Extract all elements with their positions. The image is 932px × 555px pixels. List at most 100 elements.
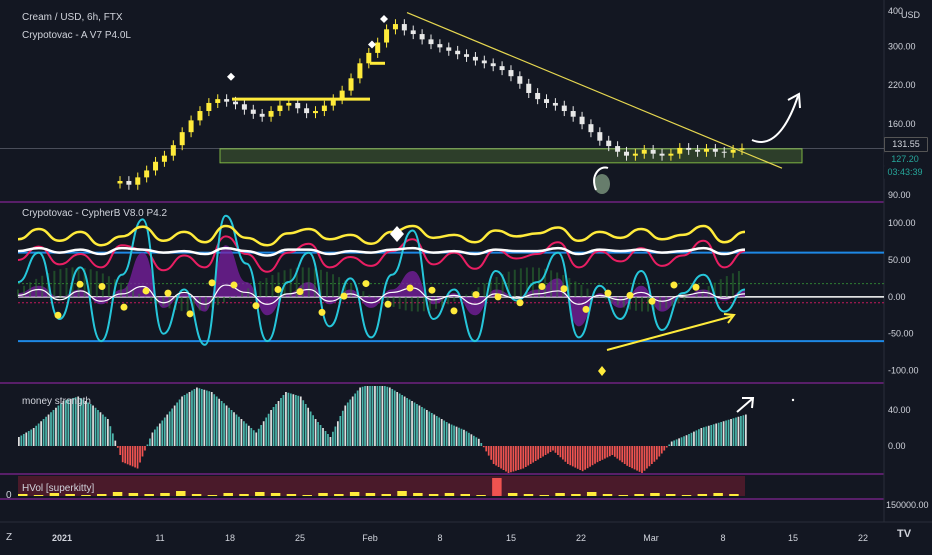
money-bar-212 [542,446,544,457]
money-bar-39 [114,440,117,446]
money-bar-241 [613,446,616,457]
money-bar-268 [680,437,683,446]
money-bar-186 [477,438,480,446]
money-bar-220 [562,446,564,460]
signal-diamond-2 [380,15,388,24]
money-bar-82 [220,401,223,446]
tradingview-logo: TV [897,528,912,540]
money-bar-265 [673,440,676,446]
osc-yellow-dot-7 [208,279,216,287]
money-bar-204 [522,446,525,469]
money-bar-277 [702,427,705,446]
candle-body-21 [304,108,310,114]
money-bar-272 [690,432,693,446]
hvol-bar-41 [665,494,676,496]
money-bar-86 [230,410,233,446]
money-bar-198 [507,446,510,473]
bottom-left-label: Z [6,532,13,543]
money-bar-189 [485,446,488,452]
money-bar-74 [200,389,203,446]
money-bar-52 [146,444,149,446]
candle-body-42 [490,63,496,67]
hvol-bar-24 [397,491,407,496]
money-bar-234 [596,446,599,463]
money-bar-159 [411,401,413,446]
money-bar-243 [618,446,621,461]
indicator-title-hvol[interactable]: HVol [superkitty] [22,483,94,494]
candle-body-50 [561,105,567,112]
osc-yellow-dot-16 [406,284,414,292]
money-bar-132 [344,405,347,446]
money-bar-143 [371,386,374,446]
money-bar-244 [621,446,624,463]
candle-body-37 [446,47,452,51]
hvol-bar-1 [33,495,44,496]
money-bar-195 [500,446,502,469]
osc-yellow-dot-26 [626,291,634,299]
money-bar-77 [208,391,211,446]
symbol-title[interactable]: Cream / USD, 6h, FTX [22,12,123,23]
money-bar-35 [104,416,107,446]
osc-yellow-dot-6 [186,310,194,318]
osc-ytick-3: -50.00 [888,329,914,339]
money-bar-90 [240,419,243,446]
money-bar-202 [517,446,520,470]
hvol-bar-33 [539,495,550,496]
candle-body-27 [357,63,363,79]
money-bar-68 [186,393,188,446]
money-bar-199 [510,446,512,473]
money-bar-133 [346,402,349,446]
money-bar-64 [176,402,178,446]
hvol-bar-3 [65,494,75,496]
osc-yellow-dot-28 [670,281,678,289]
money-bar-50 [141,446,144,457]
hvol-bar-25 [413,493,423,496]
money-bar-153 [396,392,399,446]
money-bar-111 [292,394,295,446]
money-bar-79 [213,394,216,446]
money-bar-127 [332,431,334,446]
indicator-title-money[interactable]: money strength [22,396,91,407]
money-bar-236 [601,446,604,460]
signal-diamond-0 [227,72,235,81]
money-bar-121 [317,422,319,446]
countdown-tag: 03:43:39 [884,166,926,179]
candle-body-68 [721,151,727,153]
candle-body-48 [544,99,550,103]
hvol-bar-22 [365,493,376,496]
money-bar-226 [576,446,579,469]
money-bar-218 [557,446,559,455]
hvol-bar-31 [507,493,518,496]
money-bar-245 [623,446,626,464]
money-bar-123 [322,428,324,446]
money-bar-282 [715,423,718,446]
hvol-bar-6 [112,492,123,496]
indicator-title-osc[interactable]: Crypotovac - CypherB V8.0 P4.2 [22,208,167,219]
money-bar-38 [111,433,114,446]
money-bar-164 [423,408,426,446]
hvol-bar-8 [144,494,154,496]
money-bar-15 [55,407,57,446]
money-ytick-0: 40.00 [888,405,911,415]
money-bar-113 [297,395,300,446]
money-bar-92 [245,423,248,446]
money-bar-130 [339,416,342,446]
hvol-bar-17 [286,494,297,496]
money-bar-138 [359,387,361,446]
hvol-bar-38 [618,495,629,496]
indicator-title-main[interactable]: Crypotovac - A V7 P4.0L [22,30,131,41]
money-bar-115 [302,400,305,446]
chart-svg[interactable]: 400300.00220.00160.0090.00100.0050.000.0… [0,0,932,550]
money-bar-66 [181,396,183,446]
money-bar-148 [383,386,386,446]
money-bar-75 [203,389,206,446]
hvol-bar-30 [492,478,502,496]
osc-yellow-dot-24 [582,305,590,313]
hvol-bar-5 [97,494,107,496]
money-bar-110 [290,393,292,446]
money-bar-11 [45,416,47,446]
money-bar-187 [480,443,483,446]
candle-body-18 [277,105,283,112]
money-bar-59 [163,417,166,446]
chart-stage[interactable]: 400 300.00 220.00 160.00 90.00 100.00 50.00 0.0… [0,0,932,550]
